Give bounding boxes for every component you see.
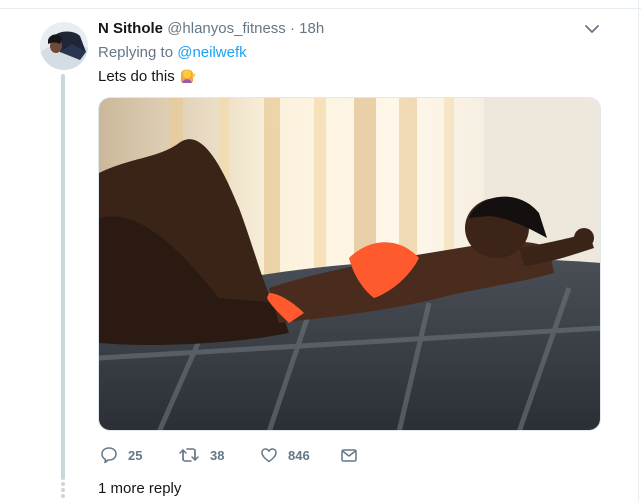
replying-prefix: Replying to — [98, 44, 174, 61]
retweet-count: 38 — [210, 447, 225, 463]
message-button[interactable] — [340, 444, 358, 466]
replying-to: Replying to @neilwefk — [98, 43, 247, 63]
right-border — [638, 0, 639, 501]
retweet-button[interactable]: 38 — [178, 444, 224, 466]
like-count: 846 — [288, 447, 310, 463]
heart-icon — [260, 446, 278, 464]
tweet-body: Lets do this — [98, 68, 175, 85]
reply-button[interactable]: 25 — [100, 444, 142, 466]
author-name[interactable]: N Sithole — [98, 20, 163, 37]
tweet-header: N Sithole @hlanyos_fitness · 18h — [98, 19, 324, 39]
envelope-icon — [340, 446, 358, 464]
header-separator: · — [289, 20, 295, 37]
reply-count: 25 — [128, 447, 143, 463]
avatar[interactable] — [40, 22, 88, 70]
speech-bubble-icon — [100, 446, 118, 464]
thread-line — [61, 74, 65, 480]
tweet-photo[interactable] — [98, 97, 601, 431]
more-replies-link[interactable]: 1 more reply — [98, 480, 181, 497]
woman-tipping-hand-icon — [178, 66, 196, 90]
tweet-text: Lets do this — [98, 66, 196, 90]
tweet-timestamp[interactable]: 18h — [299, 20, 324, 37]
like-button[interactable]: 846 — [260, 444, 310, 466]
top-divider — [0, 8, 641, 9]
retweet-icon — [178, 446, 200, 464]
author-handle[interactable]: @hlanyos_fitness — [167, 20, 286, 37]
thread-dots — [61, 482, 65, 500]
mention-link[interactable]: @neilwefk — [177, 44, 246, 61]
chevron-down-icon[interactable] — [583, 22, 601, 36]
